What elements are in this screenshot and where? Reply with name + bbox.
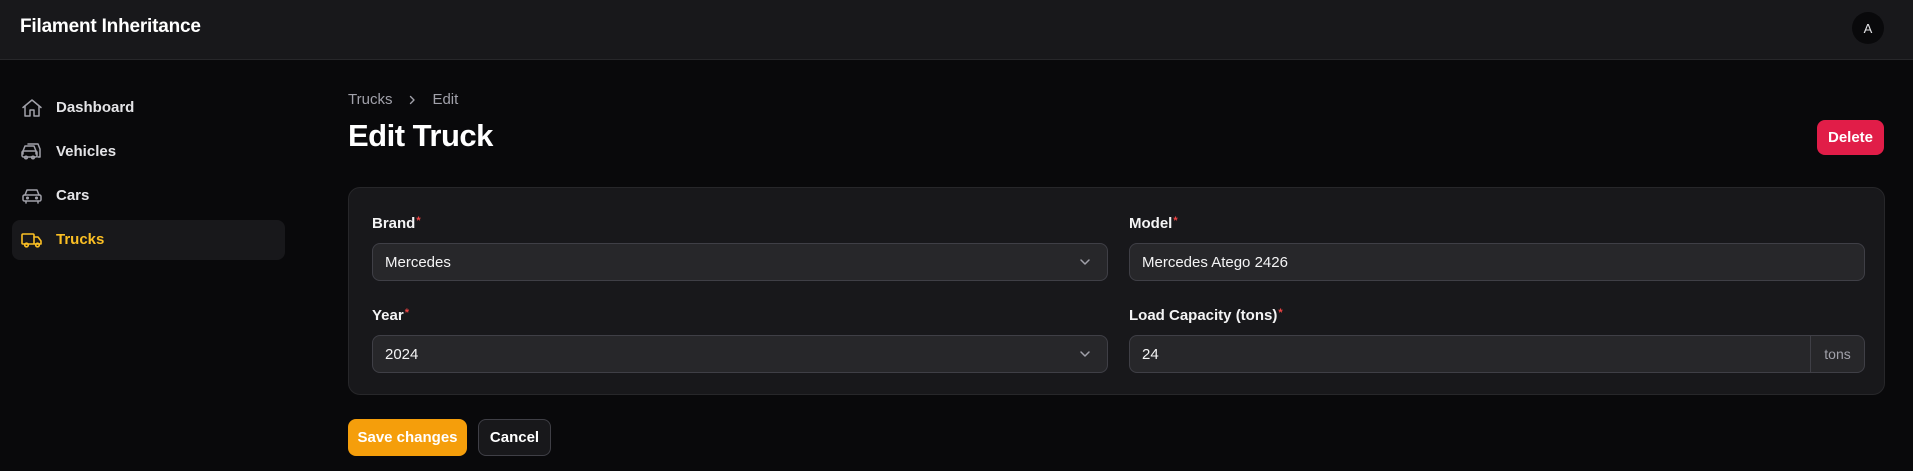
- sidebar-item-vehicles[interactable]: Vehicles: [12, 132, 285, 172]
- required-marker: *: [404, 307, 409, 319]
- sidebar-item-cars[interactable]: Cars: [12, 176, 285, 216]
- vehicles-icon: [20, 140, 44, 164]
- year-label-text: Year: [372, 307, 404, 324]
- page-title: Edit Truck: [348, 118, 493, 153]
- model-input-value: Mercedes Atego 2426: [1142, 253, 1288, 271]
- app-title[interactable]: Filament Inheritance: [20, 16, 201, 38]
- brand-select[interactable]: Mercedes: [372, 243, 1108, 281]
- sidebar-item-label: Trucks: [56, 231, 105, 248]
- breadcrumb: Trucks Edit: [348, 91, 458, 108]
- brand-select-value: Mercedes: [385, 253, 451, 271]
- required-marker: *: [1278, 307, 1283, 319]
- required-marker: *: [416, 215, 421, 227]
- chevron-down-icon: [1077, 346, 1093, 362]
- sidebar-item-label: Vehicles: [56, 143, 117, 160]
- home-icon: [20, 96, 44, 120]
- brand-label: Brand*: [372, 215, 421, 232]
- breadcrumb-link-trucks[interactable]: Trucks: [348, 91, 392, 108]
- chevron-right-icon: [406, 94, 418, 106]
- load-capacity-label-text: Load Capacity (tons): [1129, 307, 1278, 324]
- car-icon: [20, 184, 44, 208]
- save-changes-button[interactable]: Save changes: [348, 419, 467, 456]
- year-label: Year*: [372, 307, 409, 324]
- breadcrumb-current: Edit: [432, 91, 459, 108]
- load-capacity-input[interactable]: 24 tons: [1129, 335, 1865, 373]
- brand-label-text: Brand: [372, 215, 416, 232]
- chevron-down-icon: [1077, 254, 1093, 270]
- year-select-value: 2024: [385, 345, 419, 363]
- delete-button[interactable]: Delete: [1817, 120, 1884, 155]
- unit-suffix: tons: [1810, 336, 1864, 372]
- model-input[interactable]: Mercedes Atego 2426: [1129, 243, 1865, 281]
- user-avatar[interactable]: A: [1852, 12, 1884, 44]
- sidebar: Dashboard Vehicles Cars Trucks: [12, 88, 285, 264]
- sidebar-item-label: Dashboard: [56, 99, 135, 116]
- load-capacity-label: Load Capacity (tons)*: [1129, 307, 1283, 324]
- truck-icon: [20, 228, 44, 252]
- required-marker: *: [1173, 215, 1178, 227]
- model-label: Model*: [1129, 215, 1178, 232]
- cancel-button[interactable]: Cancel: [478, 419, 551, 456]
- top-bar: Filament Inheritance A: [0, 0, 1913, 60]
- load-capacity-input-value: 24: [1142, 345, 1159, 363]
- sidebar-item-dashboard[interactable]: Dashboard: [12, 88, 285, 128]
- form-card: Brand* Mercedes Model* Mercedes Atego 24…: [348, 187, 1885, 395]
- model-label-text: Model: [1129, 215, 1173, 232]
- sidebar-item-label: Cars: [56, 187, 90, 204]
- year-select[interactable]: 2024: [372, 335, 1108, 373]
- sidebar-item-trucks[interactable]: Trucks: [12, 220, 285, 260]
